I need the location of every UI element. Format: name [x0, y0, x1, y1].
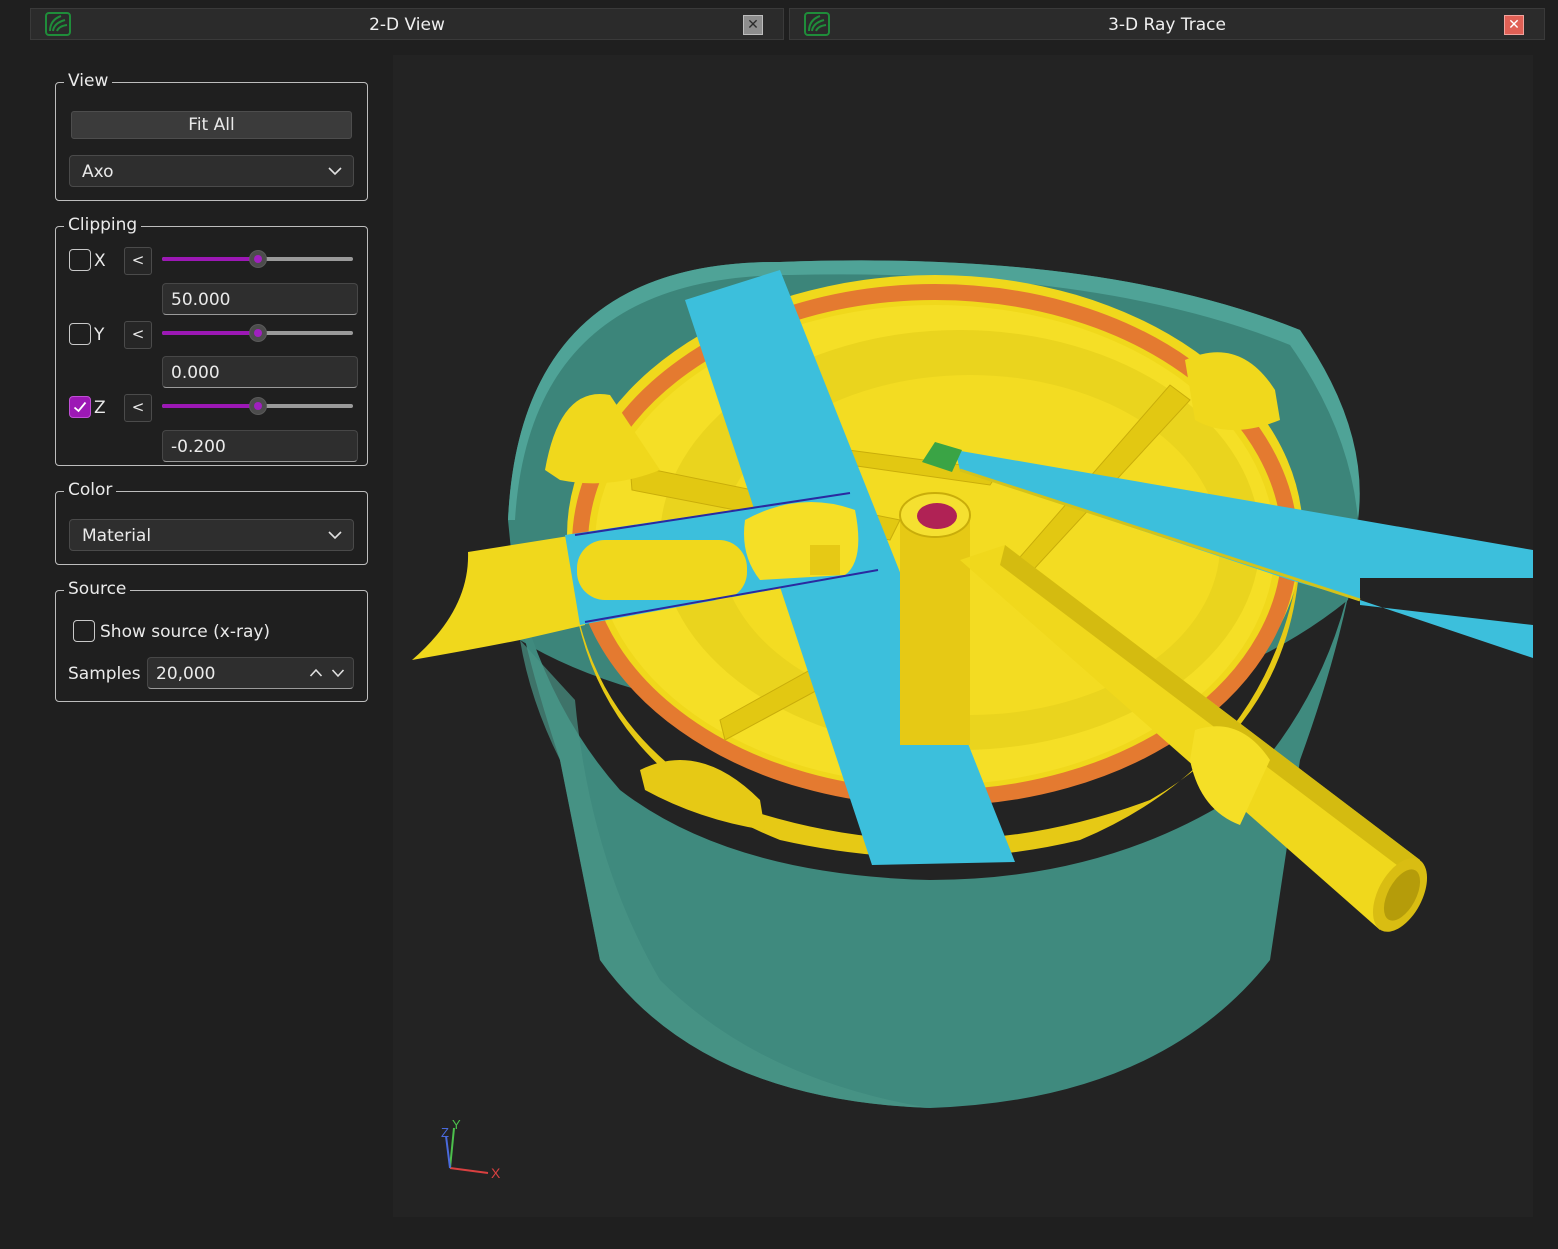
- clip-x-checkbox[interactable]: [69, 249, 91, 271]
- clip-z-slider[interactable]: [162, 397, 353, 415]
- clip-z-value-input[interactable]: -0.200: [162, 430, 358, 462]
- clip-x-flip-button[interactable]: <: [124, 247, 152, 275]
- source-legend: Source: [64, 579, 131, 599]
- tab-2d-view[interactable]: 2-D View ✕: [30, 8, 784, 40]
- color-mode-select[interactable]: Material: [69, 519, 354, 551]
- tab-title: 3-D Ray Trace: [1108, 15, 1226, 35]
- ray-trace-viewport[interactable]: X Y Z: [393, 55, 1533, 1217]
- slider-thumb[interactable]: [248, 250, 267, 268]
- clip-y-flip-button[interactable]: <: [124, 321, 152, 349]
- axis-z-label: Z: [441, 1125, 449, 1140]
- clipping-legend: Clipping: [64, 215, 142, 235]
- view-legend: View: [64, 71, 113, 91]
- tab-title: 2-D View: [369, 15, 445, 35]
- source-group: Source Show source (x-ray) Samples 20,00…: [55, 579, 368, 702]
- show-source-label: Show source (x-ray): [100, 622, 271, 642]
- close-icon[interactable]: ✕: [743, 15, 763, 35]
- close-icon[interactable]: ✕: [1504, 15, 1524, 35]
- samples-label: Samples: [68, 664, 141, 684]
- checkmark-icon: [73, 401, 87, 413]
- clip-y-slider[interactable]: [162, 324, 353, 342]
- projection-value: Axo: [82, 162, 114, 182]
- axis-y-label: Y: [452, 1118, 461, 1132]
- slider-fill: [162, 404, 258, 408]
- slider-thumb[interactable]: [248, 397, 267, 415]
- clip-y-value-input[interactable]: 0.000: [162, 356, 358, 388]
- color-legend: Color: [64, 480, 117, 500]
- core-fuel: [917, 503, 957, 529]
- clip-x-label: X: [94, 251, 106, 271]
- color-group: Color Material: [55, 480, 368, 565]
- show-source-checkbox[interactable]: [73, 620, 95, 642]
- clip-y-label: Y: [94, 325, 105, 345]
- view-group: View Fit All Axo: [55, 71, 368, 201]
- axis-x-label: X: [491, 1165, 501, 1181]
- clip-x-value-input[interactable]: 50.000: [162, 283, 358, 315]
- axis-triad: X Y Z: [441, 1118, 501, 1181]
- slider-thumb[interactable]: [248, 324, 267, 342]
- samples-spinbox[interactable]: 20,000: [147, 657, 354, 689]
- samples-value: 20,000: [156, 664, 216, 684]
- clip-z-label: Z: [94, 398, 106, 418]
- slider-fill: [162, 331, 258, 335]
- model-render: [412, 260, 1533, 1108]
- chevron-down-icon: [328, 531, 342, 540]
- clip-z-flip-button[interactable]: <: [124, 394, 152, 422]
- tab-3d-ray-trace[interactable]: 3-D Ray Trace ✕: [789, 8, 1545, 40]
- clip-y-checkbox[interactable]: [69, 323, 91, 345]
- chevron-down-icon[interactable]: [331, 666, 345, 680]
- chevron-up-icon[interactable]: [309, 666, 323, 680]
- clipping-group: Clipping X < 50.000 Y < 0.000 Z < -0.200: [55, 215, 368, 466]
- color-mode-value: Material: [82, 526, 152, 546]
- clip-z-checkbox[interactable]: [69, 396, 91, 418]
- slider-fill: [162, 257, 258, 261]
- chevron-down-icon: [328, 167, 342, 176]
- fit-all-button[interactable]: Fit All: [71, 111, 352, 139]
- clip-x-slider[interactable]: [162, 250, 353, 268]
- projection-select[interactable]: Axo: [69, 155, 354, 187]
